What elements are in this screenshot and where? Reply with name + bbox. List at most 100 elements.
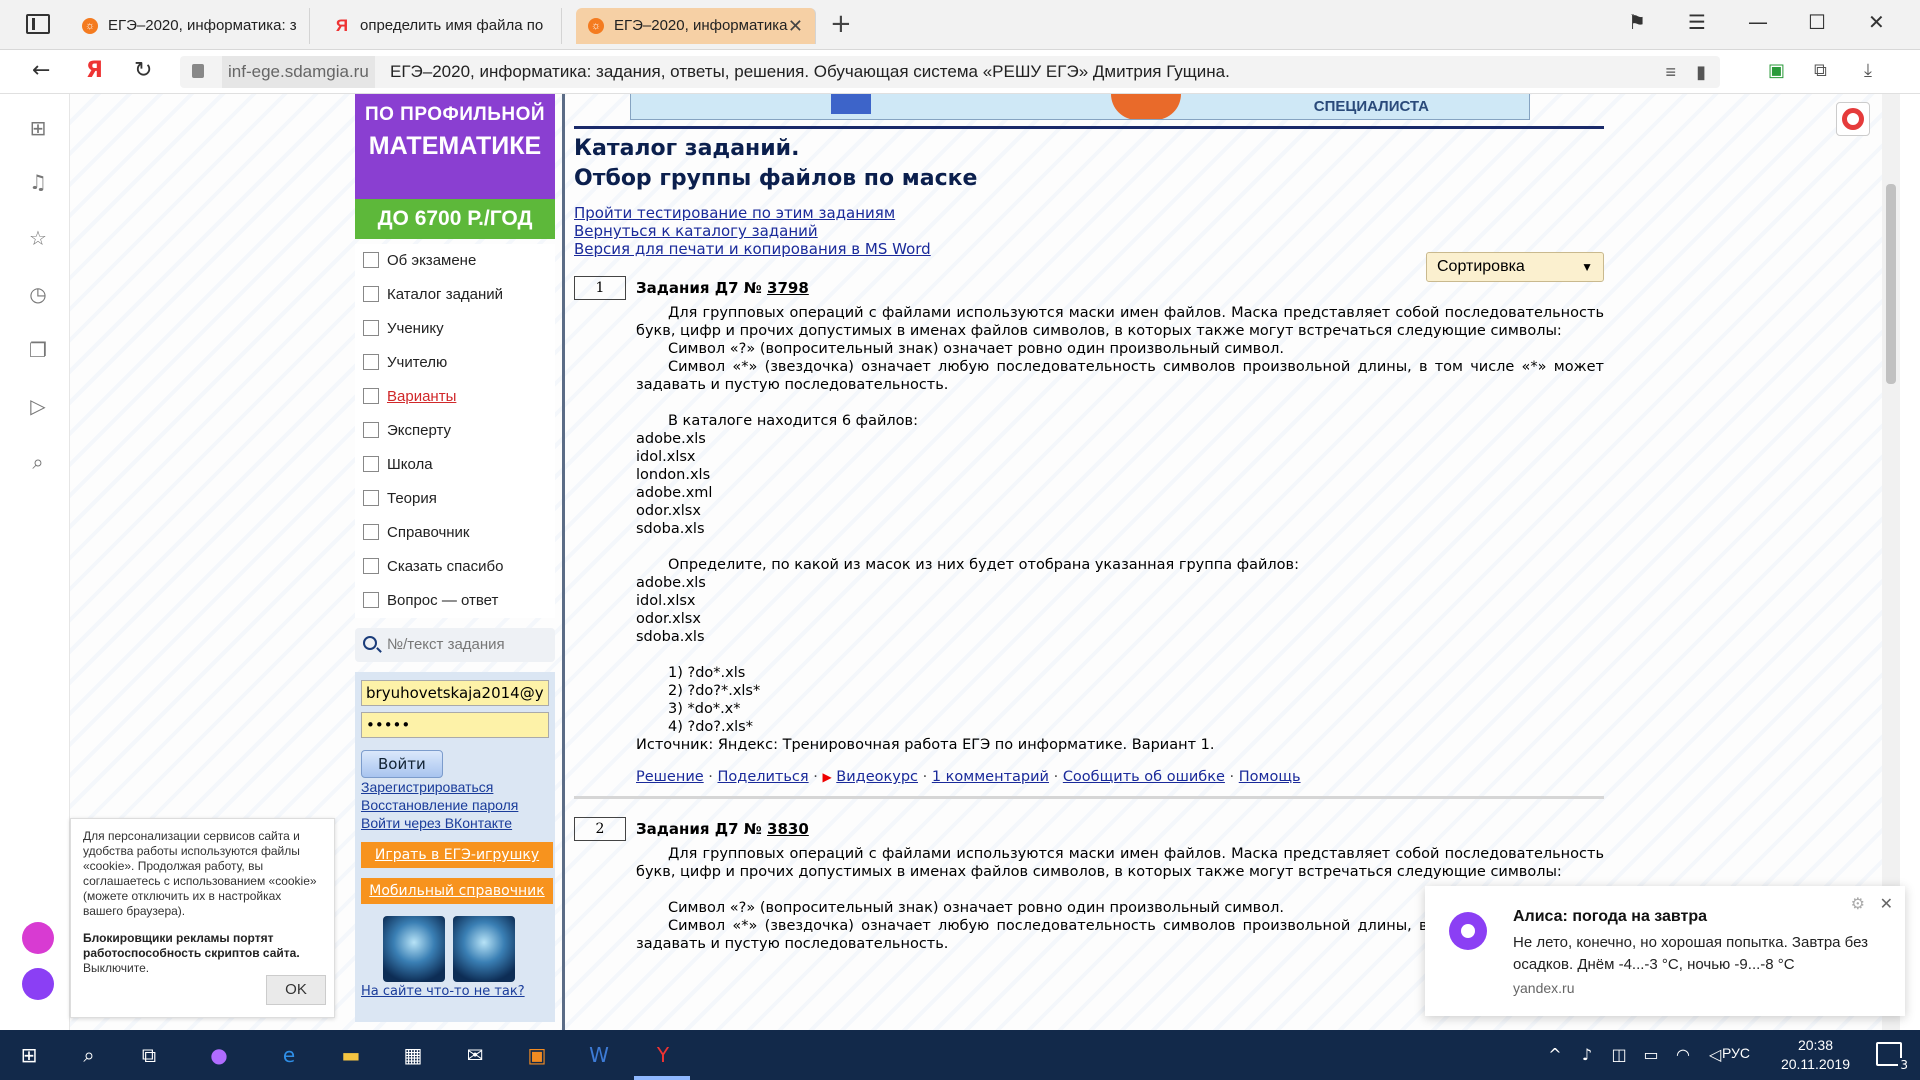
windows-start-icon[interactable]: ⊞ [14, 1040, 44, 1070]
input-language[interactable]: РУС [1722, 1045, 1750, 1061]
page-subtitle: Отбор группы файлов по маске [574, 166, 978, 191]
file-name: adobe.xls [636, 431, 706, 447]
password-field[interactable] [361, 712, 549, 738]
alice-icon [1449, 912, 1487, 950]
close-tab-icon[interactable]: ✕ [788, 8, 803, 44]
task-id-link[interactable]: 3830 [767, 820, 809, 838]
alice-icon[interactable]: ● [204, 1040, 234, 1070]
browser-tab[interactable]: Я определить имя файла по [322, 8, 562, 44]
bookmarks-panel-icon[interactable]: ⚑ [1628, 10, 1646, 34]
menu-item-expert[interactable]: Эксперту [355, 414, 555, 448]
tray-chevron-icon[interactable]: ^ [1540, 1040, 1570, 1070]
reader-mode-icon[interactable]: ≡ [1665, 56, 1676, 88]
menu-item-reference[interactable]: Справочник [355, 516, 555, 550]
battery-icon[interactable]: ▭ [1636, 1040, 1666, 1070]
apps-grid-icon[interactable]: ⊞ [26, 116, 50, 140]
task-search-input[interactable]: №/текст задания [355, 628, 555, 662]
menu-item-variants[interactable]: Варианты [355, 380, 555, 414]
clock-time: 20:38 [1797, 1037, 1833, 1053]
action-center-icon[interactable]: 3 [1876, 1042, 1910, 1072]
extension-icon[interactable]: ▣ [1768, 60, 1785, 81]
task-id-link[interactable]: 3798 [767, 279, 809, 297]
yandex-home-icon[interactable]: Я [86, 58, 103, 83]
task-number: 2 [574, 817, 626, 841]
bookmark-icon[interactable]: ▮ [1696, 56, 1706, 88]
url-field[interactable]: inf-ege.sdamgia.ru ЕГЭ–2020, информатика… [180, 56, 1720, 88]
search-icon[interactable]: ⌕ [74, 1040, 104, 1070]
share-link[interactable]: Поделиться [718, 769, 809, 785]
search-doc-icon[interactable]: ⌕ [26, 450, 50, 474]
file-explorer-icon[interactable]: ▬ [336, 1040, 366, 1070]
banner-person-image [1111, 94, 1181, 119]
collections-icon[interactable]: ❐ [26, 338, 50, 362]
top-banner[interactable]: СПЕЦИАЛИСТА [630, 94, 1530, 120]
menu-item-about[interactable]: Об экзамене [355, 244, 555, 278]
alice-notification[interactable]: Алиса: погода на завтра Не лето, конечно… [1425, 886, 1905, 1016]
menu-item-thanks[interactable]: Сказать спасибо [355, 550, 555, 584]
video-play-icon[interactable]: ▷ [26, 394, 50, 418]
new-tab-icon[interactable]: + [830, 10, 852, 38]
network-icon[interactable]: ◫ [1604, 1040, 1634, 1070]
comments-link[interactable]: 1 комментарий [932, 769, 1049, 785]
menu-item-qa[interactable]: Вопрос — ответ [355, 584, 555, 618]
settings-gear-icon[interactable]: ⚙ [1851, 894, 1865, 914]
mobile-reference-button[interactable]: Мобильный справочник [361, 878, 553, 904]
translate-icon[interactable]: ⧉ [1814, 60, 1827, 81]
reload-icon[interactable]: ↻ [134, 58, 152, 83]
ege-game-button[interactable]: Играть в ЕГЭ-игрушку [361, 842, 553, 868]
edge-icon[interactable]: e [274, 1040, 304, 1070]
task-separator [574, 796, 1604, 799]
help-link[interactable]: Помощь [1239, 769, 1301, 785]
login-button[interactable]: Войти [361, 750, 443, 778]
download-icon[interactable]: ⤓ [1864, 60, 1872, 81]
close-window-icon[interactable]: ✕ [1868, 10, 1885, 34]
menu-item-catalog[interactable]: Каталог заданий [355, 278, 555, 312]
scrollbar-thumb[interactable] [1886, 184, 1896, 384]
start-test-link[interactable]: Пройти тестирование по этим заданиям [574, 204, 1604, 222]
menu-checkbox [363, 456, 379, 472]
mail-icon[interactable]: ✉ [460, 1040, 490, 1070]
restore-password-link[interactable]: Восстановление пароля [361, 796, 549, 814]
notification-message: Не лето, конечно, но хорошая попытка. За… [1513, 934, 1868, 973]
vk-login-link[interactable]: Войти через ВКонтакте [361, 814, 549, 832]
browser-tab-active[interactable]: ☼ ЕГЭ–2020, информатика ✕ [576, 8, 816, 44]
wifi-icon[interactable]: ◠ [1668, 1040, 1698, 1070]
microphone-icon[interactable]: ♪ [1572, 1040, 1602, 1070]
yandex-browser-icon[interactable]: Y [648, 1040, 678, 1070]
menu-item-teacher[interactable]: Учителю [355, 346, 555, 380]
promo-banner[interactable]: ПО ПРОФИЛЬНОЙ МАТЕМАТИКЕ ДО 6700 Р./ГОД [355, 94, 555, 239]
maximize-icon[interactable]: ☐ [1808, 10, 1826, 34]
back-to-catalog-link[interactable]: Вернуться к каталогу заданий [574, 222, 1604, 240]
store-icon[interactable]: ▦ [398, 1040, 428, 1070]
solution-link[interactable]: Решение [636, 769, 704, 785]
browser-tab-strip: ☼ ЕГЭ–2020, информатика: з Я определить … [0, 0, 1920, 50]
menu-item-theory[interactable]: Теория [355, 482, 555, 516]
notifications-bell-icon[interactable]: ♫ [26, 170, 50, 194]
task-number: 1 [574, 276, 626, 300]
word-icon[interactable]: W [584, 1040, 614, 1070]
alice-icon[interactable] [22, 968, 54, 1000]
cookie-ok-button[interactable]: OK [266, 975, 326, 1005]
browser-tab[interactable]: ☼ ЕГЭ–2020, информатика: з [70, 8, 310, 44]
favorites-star-icon[interactable]: ☆ [26, 226, 50, 250]
messenger-icon[interactable] [22, 922, 54, 954]
task-view-icon[interactable]: ⧉ [134, 1040, 164, 1070]
videocourse-link[interactable]: Видеокурс [836, 769, 918, 785]
email-field[interactable] [361, 680, 549, 706]
sidebar-toggle-icon[interactable] [26, 14, 50, 34]
menu-item-school[interactable]: Школа [355, 448, 555, 482]
site-problem-link[interactable]: На сайте что-то не так? [361, 984, 549, 999]
history-clock-icon[interactable]: ◷ [26, 282, 50, 306]
menu-item-student[interactable]: Ученику [355, 312, 555, 346]
register-link[interactable]: Зарегистрироваться [361, 778, 549, 796]
help-lifebuoy-icon[interactable] [1836, 102, 1870, 136]
system-clock[interactable]: 20:38 20.11.2019 [1781, 1036, 1850, 1074]
report-error-link[interactable]: Сообщить об ошибке [1063, 769, 1225, 785]
task-question: Определите, по какой из масок из них буд… [668, 557, 1299, 573]
minimize-icon[interactable]: — [1748, 10, 1768, 34]
back-icon[interactable]: ← [32, 58, 50, 83]
menu-icon[interactable]: ☰ [1688, 10, 1706, 34]
task-header: Задания Д7 № 3798 [636, 276, 1604, 300]
close-icon[interactable]: ✕ [1880, 894, 1893, 914]
pdf-icon[interactable]: ▣ [522, 1040, 552, 1070]
